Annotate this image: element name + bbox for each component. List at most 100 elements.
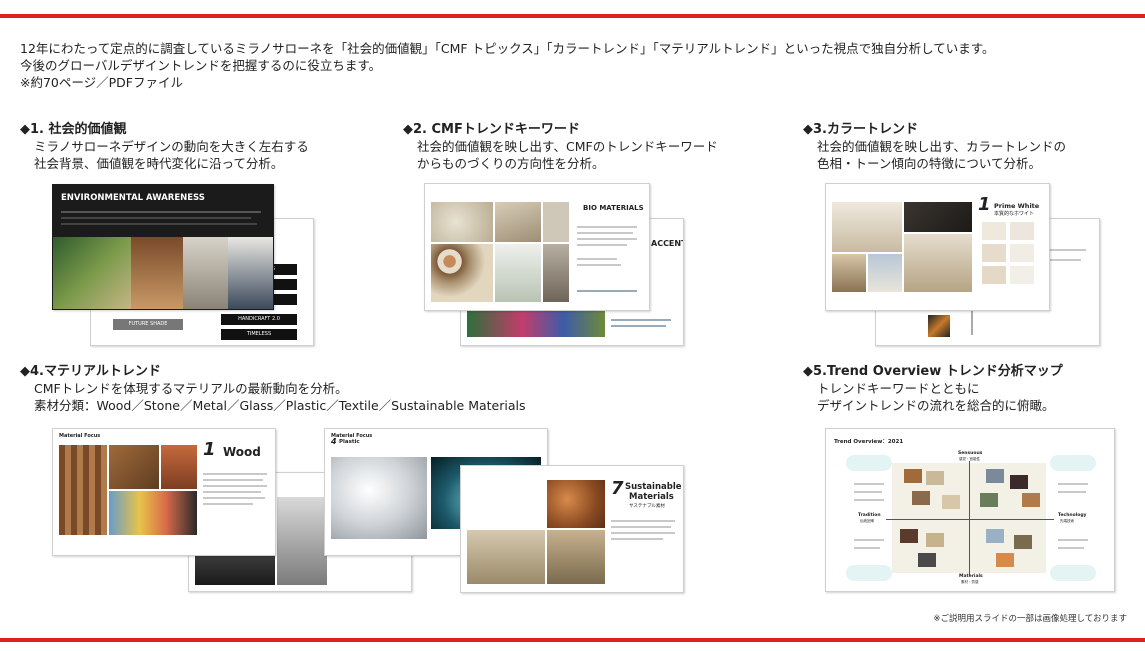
section-color-trend: ◆3.カラートレンド 社会的価値観を映し出す、カラートレンドの 色相・トーン傾向… — [803, 121, 1066, 172]
slide-number: 1 — [978, 194, 991, 215]
photo-dark-room — [904, 202, 972, 232]
slide-thumbnail-bio-materials: BIO MATERIALS — [424, 183, 650, 311]
section-desc-2: 色相・トーン傾向の特徴について分析。 — [817, 156, 1042, 171]
photo-curved-sofa — [904, 234, 972, 292]
slide-header: Material Focus — [59, 433, 101, 439]
photo-ceramics-2 — [495, 202, 541, 242]
color-swatch — [1010, 266, 1034, 284]
color-swatch — [1010, 222, 1034, 240]
photo-interior — [131, 237, 183, 309]
photo-ceramics-1 — [431, 202, 493, 242]
map-photo — [1010, 475, 1028, 489]
section-cmf-keywords: ◆2. CMFトレンドキーワード 社会的価値観を映し出す、CMFのトレンドキーワ… — [403, 121, 718, 172]
map-horizontal-axis — [886, 519, 1054, 520]
slide-title: ACCENTS — [651, 239, 683, 248]
photo-color-chairs — [109, 491, 197, 535]
slide-title: BIO MATERIALS — [583, 204, 644, 212]
slide-thumbnail-env-front: ENVIRONMENTAL AWARENESS — [52, 184, 274, 310]
photo-forest — [53, 237, 131, 309]
section-desc-1: ミラノサローネデザインの動向を大きく左右する — [34, 139, 309, 154]
photo-arch — [183, 237, 228, 309]
intro-text: 12年にわたって定点的に調査しているミラノサローネを「社会的価値観」「CMF ト… — [20, 40, 994, 91]
photo-clear-chair — [331, 457, 427, 539]
map-axis-right: Technology — [1058, 513, 1087, 518]
map-axis-bottom-sub: 素材・質感 — [961, 580, 979, 584]
color-swatch — [1010, 244, 1034, 262]
section-social-values: ◆1. 社会的価値観 ミラノサローネデザインの動向を大きく左右する 社会背景、価… — [20, 121, 309, 172]
map-photo — [1014, 535, 1032, 549]
map-axis-left: Tradition — [858, 513, 881, 518]
map-photo — [904, 469, 922, 483]
map-photo — [926, 533, 944, 547]
map-photo — [1022, 493, 1040, 507]
color-swatch — [982, 222, 1006, 240]
photo-blue-window — [868, 254, 902, 292]
photo-recycled — [547, 530, 605, 584]
section-trend-overview: ◆5.Trend Overview トレンド分析マップ トレンドキーワードととも… — [803, 363, 1063, 414]
map-photo — [996, 553, 1014, 567]
photo-sofa — [832, 202, 902, 252]
footnote: ※ご説明用スライドの一部は画像処理しております — [933, 614, 1127, 624]
map-photo — [942, 495, 960, 509]
slide-title: Prime White — [994, 202, 1040, 210]
section-desc-1: CMFトレンドを体現するマテリアルの最新動向を分析。 — [34, 381, 348, 396]
section-desc-2: 社会背景、価値観を時代変化に沿って分析。 — [34, 156, 284, 171]
section-title: ◆3.カラートレンド — [803, 122, 918, 137]
slide-number: 4 — [331, 437, 337, 446]
section-desc-1: 社会的価値観を映し出す、CMFのトレンドキーワード — [417, 139, 718, 154]
map-photo — [912, 491, 930, 505]
map-axis-right-sub: 先端技術 — [1060, 519, 1074, 523]
photo-flowers — [467, 311, 605, 337]
map-vertical-axis — [969, 461, 970, 575]
photo-metal-stool — [277, 497, 327, 585]
section-desc-1: 社会的価値観を映し出す、カラートレンドの — [817, 139, 1067, 154]
slide-title: ENVIRONMENTAL AWARENESS — [61, 193, 205, 203]
map-photo — [980, 493, 998, 507]
photo-bowl — [495, 244, 541, 302]
map-photo — [986, 529, 1004, 543]
section-desc-2: からものづくりの方向性を分析。 — [417, 156, 605, 171]
slide-thumbnail-trend-overview: Trend Overview：2021 Sensuous 感覚・官能性 Mate… — [825, 428, 1115, 592]
photo-chair — [928, 315, 950, 337]
slide-title-1: Sustainable — [625, 482, 682, 492]
section-title: ◆4.マテリアルトレンド — [20, 364, 161, 379]
slide-number: 1 — [203, 439, 216, 460]
slide-title-2: Materials — [629, 492, 674, 502]
map-cloud — [1050, 455, 1096, 471]
color-swatch — [982, 244, 1006, 262]
photo-wood-chairs — [109, 445, 159, 489]
slide-keyword-button: HANDICRAFT 2.0 — [221, 314, 297, 325]
intro-line-2: 今後のグローバルデザイントレンドを把握するのに役立ちます。 — [20, 58, 382, 73]
slide-thumbnail-sustainable: 7 Sustainable Materials サステナブル素材 — [460, 465, 684, 593]
photo-wood-room — [832, 254, 866, 292]
color-swatch — [982, 266, 1006, 284]
photo-ceramics-3 — [543, 202, 569, 242]
slide-thumbnail-wood: Material Focus 1 Wood — [52, 428, 276, 556]
photo-gallery — [228, 237, 273, 309]
map-photo — [900, 529, 918, 543]
section-title: ◆5.Trend Overview トレンド分析マップ — [803, 364, 1063, 379]
slide-subtitle: 本質的なホワイト — [994, 211, 1035, 217]
section-desc-2: 素材分類：Wood／Stone／Metal／Glass／Plastic／Text… — [34, 398, 526, 413]
slide-number: 7 — [611, 478, 624, 499]
map-axis-top: Sensuous — [958, 451, 983, 456]
map-cloud — [1050, 565, 1096, 581]
top-red-rule — [0, 14, 1145, 18]
map-axis-top-sub: 感覚・官能性 — [959, 457, 980, 461]
map-cloud — [846, 565, 892, 581]
photo-cabinet — [467, 530, 545, 584]
bottom-red-rule — [0, 638, 1145, 642]
map-axis-bottom: Materials — [959, 574, 983, 579]
slide-title: Trend Overview：2021 — [834, 439, 904, 445]
slide-keyword-button: TIMELESS — [221, 329, 297, 340]
photo-buttons — [431, 244, 493, 302]
section-desc-2: デザイントレンドの流れを総合的に俯瞰。 — [817, 398, 1055, 413]
map-photo — [918, 553, 936, 567]
slide-title: Plastic — [339, 439, 360, 445]
slide-keyword-button: FUTURE SHADE — [113, 319, 183, 330]
section-title: ◆1. 社会的価値観 — [20, 122, 127, 137]
section-desc-1: トレンドキーワードとともに — [817, 381, 980, 396]
slide-title: Wood — [223, 445, 261, 459]
slide-subtitle: サステナブル素材 — [629, 504, 665, 509]
intro-line-1: 12年にわたって定点的に調査しているミラノサローネを「社会的価値観」「CMF ト… — [20, 41, 995, 56]
